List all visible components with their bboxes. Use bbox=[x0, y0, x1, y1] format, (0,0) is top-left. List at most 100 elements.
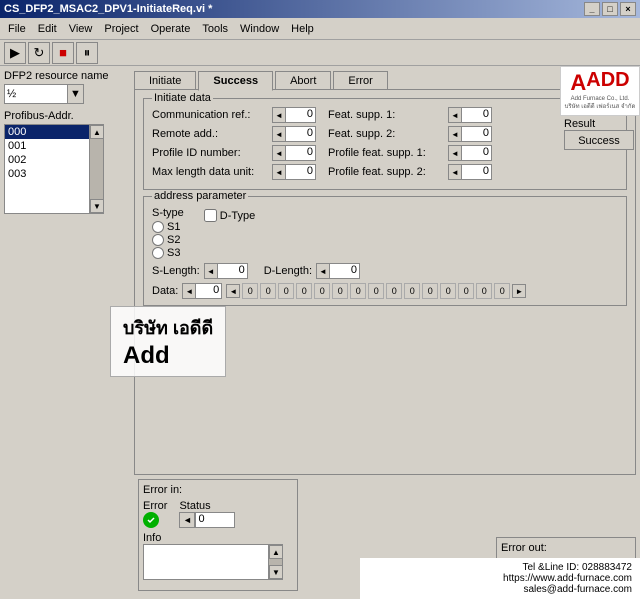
profile-id-label: Profile ID number: bbox=[152, 147, 272, 159]
add-logo-a: A bbox=[570, 70, 586, 96]
data-dec[interactable]: ◄ bbox=[182, 283, 196, 299]
data-cell-4: 0 bbox=[296, 283, 312, 299]
pause-button[interactable]: ⏸ bbox=[76, 42, 98, 64]
feat-supp2-label: Feat. supp. 2: bbox=[328, 128, 448, 140]
slength-item: S-Length: ◄ 0 bbox=[152, 263, 248, 279]
profile-feat-supp2-field[interactable]: 0 bbox=[462, 164, 492, 180]
max-length-row: Max length data unit: ◄ 0 bbox=[152, 164, 316, 180]
maximize-button[interactable]: □ bbox=[602, 2, 618, 16]
slength-field[interactable]: 0 bbox=[218, 263, 248, 279]
dlength-dec[interactable]: ◄ bbox=[316, 263, 330, 279]
combo-arrow[interactable]: ▼ bbox=[67, 85, 83, 103]
feat-supp1-field[interactable]: 0 bbox=[462, 107, 492, 123]
stype-s1-radio[interactable] bbox=[152, 221, 164, 233]
profibus-item-002[interactable]: 002 bbox=[5, 153, 89, 167]
tab-initiate[interactable]: Initiate bbox=[134, 71, 196, 91]
scroll-down-button[interactable]: ▼ bbox=[90, 199, 104, 213]
menu-window[interactable]: Window bbox=[234, 21, 285, 37]
data-cell-10: 0 bbox=[404, 283, 420, 299]
tab-success[interactable]: Success bbox=[198, 71, 273, 91]
stype-s1-label: S1 bbox=[167, 221, 180, 233]
info-scroll[interactable]: ▲ ▼ bbox=[268, 545, 282, 579]
stop-button[interactable]: ■ bbox=[52, 42, 74, 64]
feat-supp2-dec[interactable]: ◄ bbox=[448, 126, 462, 142]
profibus-list[interactable]: 000 001 002 003 ▲ ▼ bbox=[4, 124, 104, 214]
stype-s2: S2 bbox=[152, 234, 184, 246]
stype-s2-radio[interactable] bbox=[152, 234, 164, 246]
profile-feat-supp2-dec[interactable]: ◄ bbox=[448, 164, 462, 180]
feat-supp1-dec[interactable]: ◄ bbox=[448, 107, 462, 123]
close-button[interactable]: × bbox=[620, 2, 636, 16]
error-label: Error bbox=[143, 500, 167, 512]
status-label: Status bbox=[179, 500, 210, 512]
comm-ref-input-group: ◄ 0 bbox=[272, 107, 316, 123]
data-cell-5: 0 bbox=[314, 283, 330, 299]
info-scroll-up[interactable]: ▲ bbox=[269, 545, 283, 559]
menu-bar: File Edit View Project Operate Tools Win… bbox=[0, 18, 640, 40]
main-content: DFP2 resource name ½ ▼ Profibus-Addr. 00… bbox=[0, 66, 640, 599]
max-length-dec[interactable]: ◄ bbox=[272, 164, 286, 180]
remote-add-dec[interactable]: ◄ bbox=[272, 126, 286, 142]
dtype-checkbox[interactable] bbox=[204, 209, 217, 222]
data-first-field[interactable]: 0 bbox=[196, 283, 222, 299]
info-field[interactable]: ▲ ▼ bbox=[143, 544, 283, 580]
max-length-field[interactable]: 0 bbox=[286, 164, 316, 180]
profibus-item-001[interactable]: 001 bbox=[5, 139, 89, 153]
profibus-scrollbar[interactable]: ▲ ▼ bbox=[89, 125, 103, 213]
remote-add-label: Remote add.: bbox=[152, 128, 272, 140]
error-in-box: Error in: Error Status ◄ 0 bbox=[138, 479, 298, 591]
watermark-overlay: บริษัท เอดีดี Add bbox=[110, 306, 226, 377]
menu-project[interactable]: Project bbox=[98, 21, 144, 37]
dlength-field[interactable]: 0 bbox=[330, 263, 360, 279]
dlength-label: D-Length: bbox=[264, 265, 312, 277]
info-scroll-down[interactable]: ▼ bbox=[269, 565, 283, 579]
dtype-group: D-Type bbox=[204, 209, 255, 222]
run-continuous-button[interactable]: ↻ bbox=[28, 42, 50, 64]
feat-supp2-field[interactable]: 0 bbox=[462, 126, 492, 142]
data-cell-14: 0 bbox=[476, 283, 492, 299]
comm-ref-field[interactable]: 0 bbox=[286, 107, 316, 123]
contact-line1: Tel &Line ID: 028883472 bbox=[368, 562, 632, 573]
menu-view[interactable]: View bbox=[63, 21, 99, 37]
data-scroll-right-btn[interactable]: ► bbox=[512, 284, 526, 298]
stype-s3-label: S3 bbox=[167, 247, 180, 259]
data-scroll-left-btn[interactable]: ◄ bbox=[226, 284, 240, 298]
stype-s2-label: S2 bbox=[167, 234, 180, 246]
run-button[interactable]: ▶ bbox=[4, 42, 26, 64]
watermark-thai: บริษัท เอดีดี bbox=[123, 313, 213, 342]
profibus-item-000[interactable]: 000 bbox=[5, 125, 89, 139]
error-status-row: Error Status ◄ 0 bbox=[143, 500, 293, 528]
profile-feat-supp1-label: Profile feat. supp. 1: bbox=[328, 147, 448, 159]
profile-id-field[interactable]: 0 bbox=[286, 145, 316, 161]
scroll-up-button[interactable]: ▲ bbox=[90, 125, 104, 139]
initiate-data-section: Initiate data Communication ref.: ◄ 0 bbox=[143, 98, 627, 190]
minimize-button[interactable]: _ bbox=[584, 2, 600, 16]
menu-help[interactable]: Help bbox=[285, 21, 320, 37]
dfp2-combo[interactable]: ½ ▼ bbox=[4, 84, 84, 104]
stype-s3: S3 bbox=[152, 247, 184, 259]
tab-error[interactable]: Error bbox=[333, 71, 387, 91]
profibus-item-003[interactable]: 003 bbox=[5, 167, 89, 181]
stype-s3-radio[interactable] bbox=[152, 247, 164, 259]
stype-label: S-type bbox=[152, 207, 184, 219]
menu-edit[interactable]: Edit bbox=[32, 21, 63, 37]
contact-line2: https://www.add-furnace.com bbox=[368, 573, 632, 584]
comm-ref-dec[interactable]: ◄ bbox=[272, 107, 286, 123]
slength-dec[interactable]: ◄ bbox=[204, 263, 218, 279]
remote-add-row: Remote add.: ◄ 0 bbox=[152, 126, 316, 142]
window-controls[interactable]: _ □ × bbox=[584, 2, 636, 16]
data-cell-15: 0 bbox=[494, 283, 510, 299]
left-fields: Communication ref.: ◄ 0 Remote add.: ◄ bbox=[152, 107, 316, 183]
menu-tools[interactable]: Tools bbox=[196, 21, 234, 37]
tab-abort[interactable]: Abort bbox=[275, 71, 331, 91]
remote-add-field[interactable]: 0 bbox=[286, 126, 316, 142]
profile-feat-supp1-dec[interactable]: ◄ bbox=[448, 145, 462, 161]
profile-feat-supp1-field[interactable]: 0 bbox=[462, 145, 492, 161]
profile-id-dec[interactable]: ◄ bbox=[272, 145, 286, 161]
status-dec[interactable]: ◄ bbox=[179, 512, 195, 528]
dtype-label: D-Type bbox=[220, 210, 255, 222]
menu-operate[interactable]: Operate bbox=[145, 21, 197, 37]
add-logo-sub: Add Furnace Co., Ltd. บริษัท เอดีดี เฟอร… bbox=[565, 96, 636, 112]
menu-file[interactable]: File bbox=[2, 21, 32, 37]
status-field[interactable]: 0 bbox=[195, 512, 235, 528]
